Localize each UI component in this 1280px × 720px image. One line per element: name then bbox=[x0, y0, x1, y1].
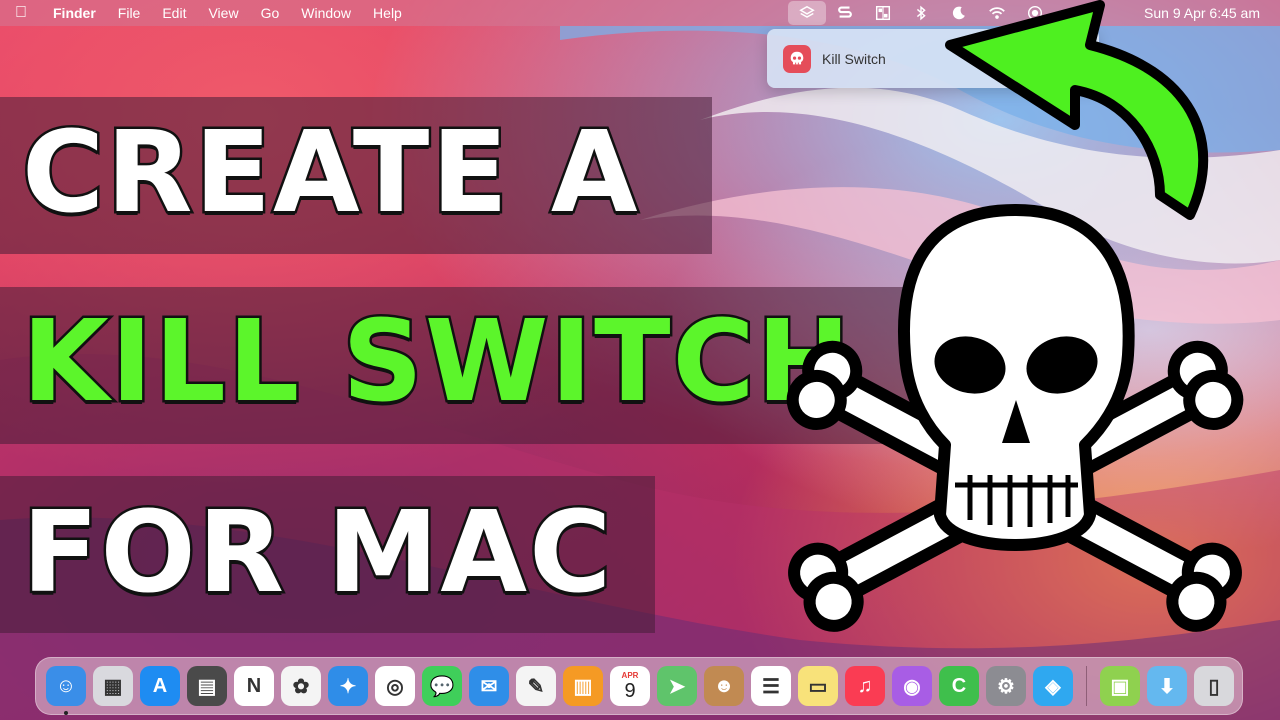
skull-crossbones-graphic bbox=[786, 204, 1244, 632]
installer-icon[interactable]: ▣ bbox=[1100, 666, 1140, 706]
reminders-icon[interactable]: ☰ bbox=[751, 666, 791, 706]
menu-file[interactable]: File bbox=[107, 5, 152, 21]
menu-window[interactable]: Window bbox=[290, 5, 362, 21]
trash-icon[interactable]: ▯ bbox=[1194, 666, 1234, 706]
chrome-icon[interactable]: ◎ bbox=[375, 666, 415, 706]
finder-icon[interactable]: ☺ bbox=[46, 666, 86, 715]
system-preferences-icon[interactable]: ⚙ bbox=[986, 666, 1026, 706]
scribe-icon[interactable] bbox=[826, 0, 864, 26]
launchpad-icon[interactable]: ▦ bbox=[93, 666, 133, 706]
layers-icon[interactable] bbox=[788, 1, 827, 25]
music-icon[interactable]: ♫ bbox=[845, 666, 885, 706]
podcasts-icon[interactable]: ◉ bbox=[892, 666, 932, 706]
downloads-folder-icon[interactable]: ⬇ bbox=[1147, 666, 1187, 706]
dock-separator bbox=[1086, 666, 1087, 706]
photos-icon[interactable]: ✿ bbox=[281, 666, 321, 706]
menu-go[interactable]: Go bbox=[250, 5, 291, 21]
running-indicator bbox=[64, 711, 68, 715]
control-grid-icon[interactable] bbox=[864, 0, 902, 26]
skull-icon bbox=[783, 44, 811, 73]
menu-edit[interactable]: Edit bbox=[151, 5, 197, 21]
apple-menu-icon[interactable]:  bbox=[0, 4, 42, 22]
menu-help[interactable]: Help bbox=[362, 5, 413, 21]
calculator-icon[interactable]: ▤ bbox=[187, 666, 227, 706]
calendar-month-label: APR bbox=[621, 670, 639, 680]
calendar-icon[interactable]: APR 9 bbox=[610, 666, 650, 706]
messages-icon[interactable]: 💬 bbox=[422, 666, 462, 706]
title-line-1: CREATE A bbox=[20, 106, 641, 241]
maps-icon[interactable]: ➤ bbox=[657, 666, 697, 706]
safari-icon[interactable]: ✦ bbox=[328, 666, 368, 706]
mail-icon[interactable]: ✉ bbox=[469, 666, 509, 706]
title-line-3: FOR MAC bbox=[19, 486, 614, 621]
shortcuts-icon[interactable]: ◈ bbox=[1033, 666, 1073, 706]
notion-icon[interactable]: N bbox=[234, 666, 274, 706]
dock: ☺ ▦ A ▤ N ✿ ✦ ◎ 💬 ✉ ✎ ▥ APR 9 ➤ ☻ ☰ ▭ ♫ ◉ C ⚙ ◈ ▣ ⬇ ▯ bbox=[35, 657, 1243, 715]
camtasia-icon[interactable]: C bbox=[939, 666, 979, 706]
menu-app-finder[interactable]: Finder bbox=[42, 5, 107, 21]
contacts-icon[interactable]: ☻ bbox=[704, 666, 744, 706]
menu-view[interactable]: View bbox=[197, 5, 249, 21]
books-icon[interactable]: ▥ bbox=[563, 666, 603, 706]
textedit-icon[interactable]: ✎ bbox=[516, 666, 556, 706]
calendar-day-label: 9 bbox=[624, 679, 636, 702]
app-store-icon[interactable]: A bbox=[140, 666, 180, 706]
notes-icon[interactable]: ▭ bbox=[798, 666, 838, 706]
kill-switch-menu-item[interactable]: Kill Switch bbox=[822, 51, 886, 67]
title-line-2: KILL SWITCH bbox=[19, 295, 853, 430]
